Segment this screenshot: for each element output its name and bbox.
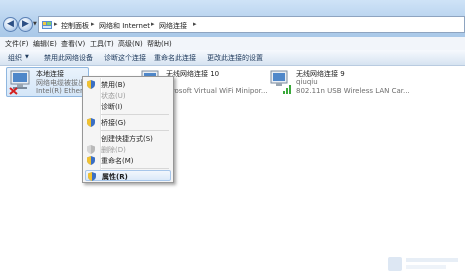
uac-shield-icon (87, 118, 95, 127)
wired-network-icon (9, 70, 30, 95)
menu-separator (101, 130, 169, 131)
breadcrumb-separator-icon: ▸ (91, 20, 95, 28)
address-path-box[interactable]: ▸ 控制面板 ▸ 网络和 Internet ▸ 网络连接 ▸ (38, 16, 465, 33)
menu-item-label: 桥接(G) (101, 119, 126, 127)
breadcrumb-network-internet[interactable]: 网络和 Internet (99, 21, 150, 31)
menu-item-label: 诊断(I) (101, 103, 123, 111)
menu-item-delete: 删除(D) (85, 144, 171, 155)
menu-file[interactable]: 文件(F) (5, 39, 29, 49)
back-arrow-icon: ◀ (7, 19, 14, 29)
menu-item-rename[interactable]: 重命名(M) (85, 155, 171, 166)
command-bar: 组织 ▼ 禁用此网络设备 诊断这个连接 重命名此连接 更改此连接的设置 (0, 50, 465, 66)
menu-item-properties[interactable]: 属性(R) (85, 170, 171, 181)
breadcrumb-separator-icon: ▸ (151, 20, 155, 28)
context-menu: 禁用(B) 状态(U) 诊断(I) 桥接(G) 创建快捷方式(S) 删除(D) … (82, 76, 174, 183)
breadcrumb-separator-icon: ▸ (54, 20, 58, 28)
uac-shield-icon (87, 145, 95, 154)
menu-item-create-shortcut[interactable]: 创建快捷方式(S) (85, 133, 171, 144)
rename-connection-button[interactable]: 重命名此连接 (154, 53, 196, 63)
uac-shield-icon (87, 156, 95, 165)
recent-pages-dropdown-icon[interactable]: ▼ (33, 21, 37, 27)
connection-item-wireless-9[interactable] (267, 67, 397, 97)
address-bar: ◀ ▶ ▼ ▸ 控制面板 ▸ 网络和 Internet ▸ 网络连接 ▸ (0, 0, 465, 37)
menu-item-label: 创建快捷方式(S) (101, 135, 153, 143)
change-settings-button[interactable]: 更改此连接的设置 (207, 53, 263, 63)
breadcrumb-network-connections[interactable]: 网络连接 (159, 21, 187, 31)
forward-button[interactable]: ▶ (18, 17, 33, 32)
menu-item-label: 状态(U) (101, 92, 126, 100)
menu-separator (101, 114, 169, 115)
watermark-logo (388, 257, 458, 271)
connections-list (0, 66, 465, 280)
back-button[interactable]: ◀ (3, 17, 18, 32)
menu-item-label: 重命名(M) (101, 157, 134, 165)
organize-dropdown-icon: ▼ (25, 54, 29, 60)
menu-advanced[interactable]: 高级(N) (118, 39, 143, 49)
menu-item-label: 删除(D) (101, 146, 126, 154)
breadcrumb-control-panel[interactable]: 控制面板 (61, 21, 89, 31)
uac-shield-icon (87, 80, 95, 89)
menu-help[interactable]: 帮助(H) (147, 39, 172, 49)
menu-edit[interactable]: 编辑(E) (33, 39, 57, 49)
uac-shield-icon (88, 172, 96, 181)
diagnose-connection-button[interactable]: 诊断这个连接 (104, 53, 146, 63)
menu-tools[interactable]: 工具(T) (90, 39, 114, 49)
menu-separator (101, 168, 169, 169)
organize-button[interactable]: 组织 (8, 53, 22, 63)
menu-item-bridge[interactable]: 桥接(G) (85, 117, 171, 128)
forward-arrow-icon: ▶ (22, 19, 29, 29)
menu-item-label: 属性(R) (102, 173, 128, 181)
menu-item-label: 禁用(B) (101, 81, 126, 89)
menu-item-diagnose[interactable]: 诊断(I) (85, 101, 171, 112)
menu-item-status: 状态(U) (85, 90, 171, 101)
control-panel-icon (42, 21, 52, 29)
menu-view[interactable]: 查看(V) (61, 39, 85, 49)
breadcrumb-separator-icon: ▸ (193, 20, 197, 28)
menu-bar: 文件(F) 编辑(E) 查看(V) 工具(T) 高级(N) 帮助(H) (0, 37, 465, 51)
menu-item-disable[interactable]: 禁用(B) (85, 79, 171, 90)
disable-device-button[interactable]: 禁用此网络设备 (44, 53, 93, 63)
